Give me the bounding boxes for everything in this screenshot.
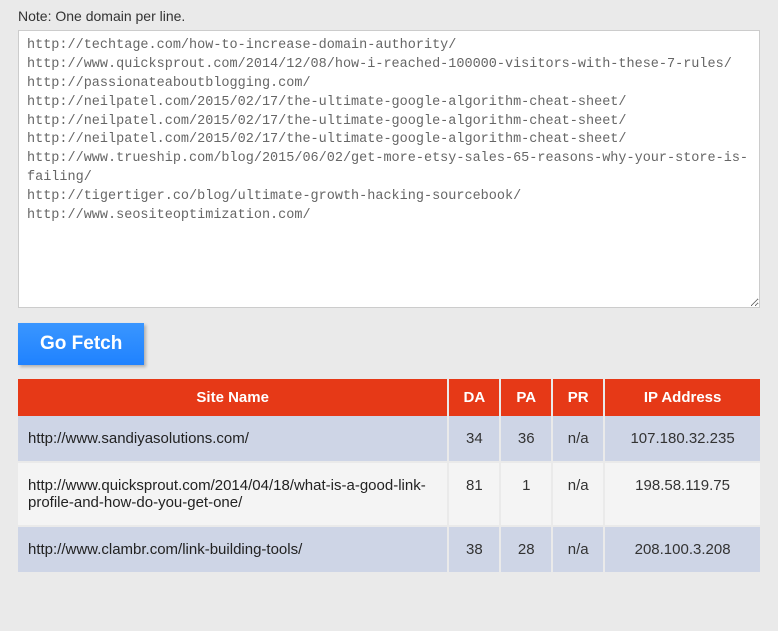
cell-site: http://www.clambr.com/link-building-tool… [18, 526, 448, 573]
table-row: http://www.clambr.com/link-building-tool… [18, 526, 760, 573]
cell-pr: n/a [552, 416, 604, 462]
table-row: http://www.quicksprout.com/2014/04/18/wh… [18, 462, 760, 526]
header-pr: PR [552, 379, 604, 416]
domain-input-textarea[interactable] [18, 30, 760, 308]
cell-da: 38 [448, 526, 500, 573]
header-ip: IP Address [604, 379, 760, 416]
cell-pa: 28 [500, 526, 552, 573]
results-table: Site Name DA PA PR IP Address http://www… [18, 379, 760, 574]
header-da: DA [448, 379, 500, 416]
cell-ip: 208.100.3.208 [604, 526, 760, 573]
cell-ip: 107.180.32.235 [604, 416, 760, 462]
cell-da: 81 [448, 462, 500, 526]
cell-pa: 36 [500, 416, 552, 462]
cell-pr: n/a [552, 462, 604, 526]
cell-da: 34 [448, 416, 500, 462]
table-header-row: Site Name DA PA PR IP Address [18, 379, 760, 416]
table-row: http://www.sandiyasolutions.com/ 34 36 n… [18, 416, 760, 462]
cell-site: http://www.sandiyasolutions.com/ [18, 416, 448, 462]
header-site-name: Site Name [18, 379, 448, 416]
header-pa: PA [500, 379, 552, 416]
cell-ip: 198.58.119.75 [604, 462, 760, 526]
cell-pa: 1 [500, 462, 552, 526]
go-fetch-button[interactable]: Go Fetch [18, 323, 144, 365]
note-label: Note: One domain per line. [18, 8, 760, 24]
cell-pr: n/a [552, 526, 604, 573]
cell-site: http://www.quicksprout.com/2014/04/18/wh… [18, 462, 448, 526]
